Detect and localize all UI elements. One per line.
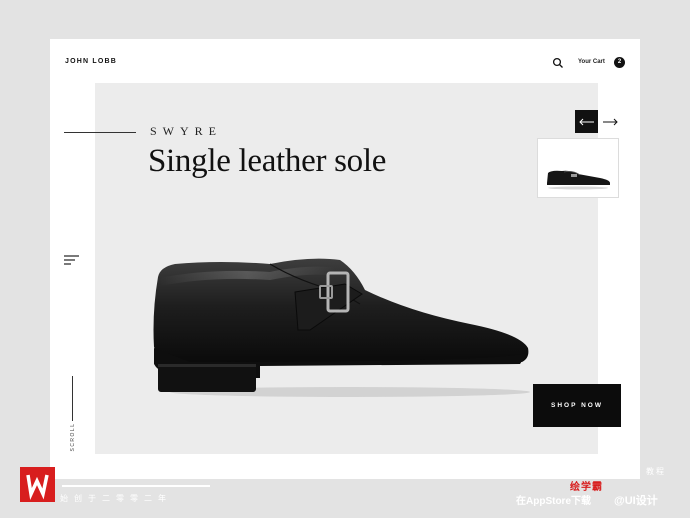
cart-link[interactable]: Your Cart: [578, 59, 605, 65]
search-icon[interactable]: [552, 57, 564, 69]
arrow-left-icon: [578, 118, 594, 125]
watermark-weibo: @UI设计: [614, 495, 658, 507]
scroll-label: SCROLL: [70, 422, 76, 452]
menu-icon[interactable]: [64, 254, 80, 266]
watermark-logo: [20, 467, 55, 502]
scroll-indicator-line: [72, 376, 73, 421]
shoe-thumbnail-image: [547, 170, 610, 190]
shop-now-button[interactable]: SHOP NOW: [533, 384, 621, 427]
product-thumbnail[interactable]: [537, 138, 619, 198]
watermark-tutorial: 教程: [646, 467, 666, 476]
product-image: [153, 258, 530, 397]
watermark-brand: 绘学霸: [570, 482, 603, 493]
cart-count-badge: 2: [614, 57, 625, 68]
brand-logo[interactable]: JOHN LOBB: [65, 58, 117, 65]
watermark-divider: [62, 485, 210, 487]
page-title: Single leather sole: [148, 143, 387, 179]
collection-name: SWYRE: [150, 124, 222, 138]
prev-button[interactable]: [575, 110, 598, 133]
title-accent-line: [64, 132, 136, 133]
arrow-right-icon: [602, 118, 618, 125]
watermark-appstore: 在AppStore下载: [516, 496, 591, 507]
watermark-slogan: 始创于二零零二年: [60, 494, 172, 503]
next-button[interactable]: [598, 110, 621, 133]
